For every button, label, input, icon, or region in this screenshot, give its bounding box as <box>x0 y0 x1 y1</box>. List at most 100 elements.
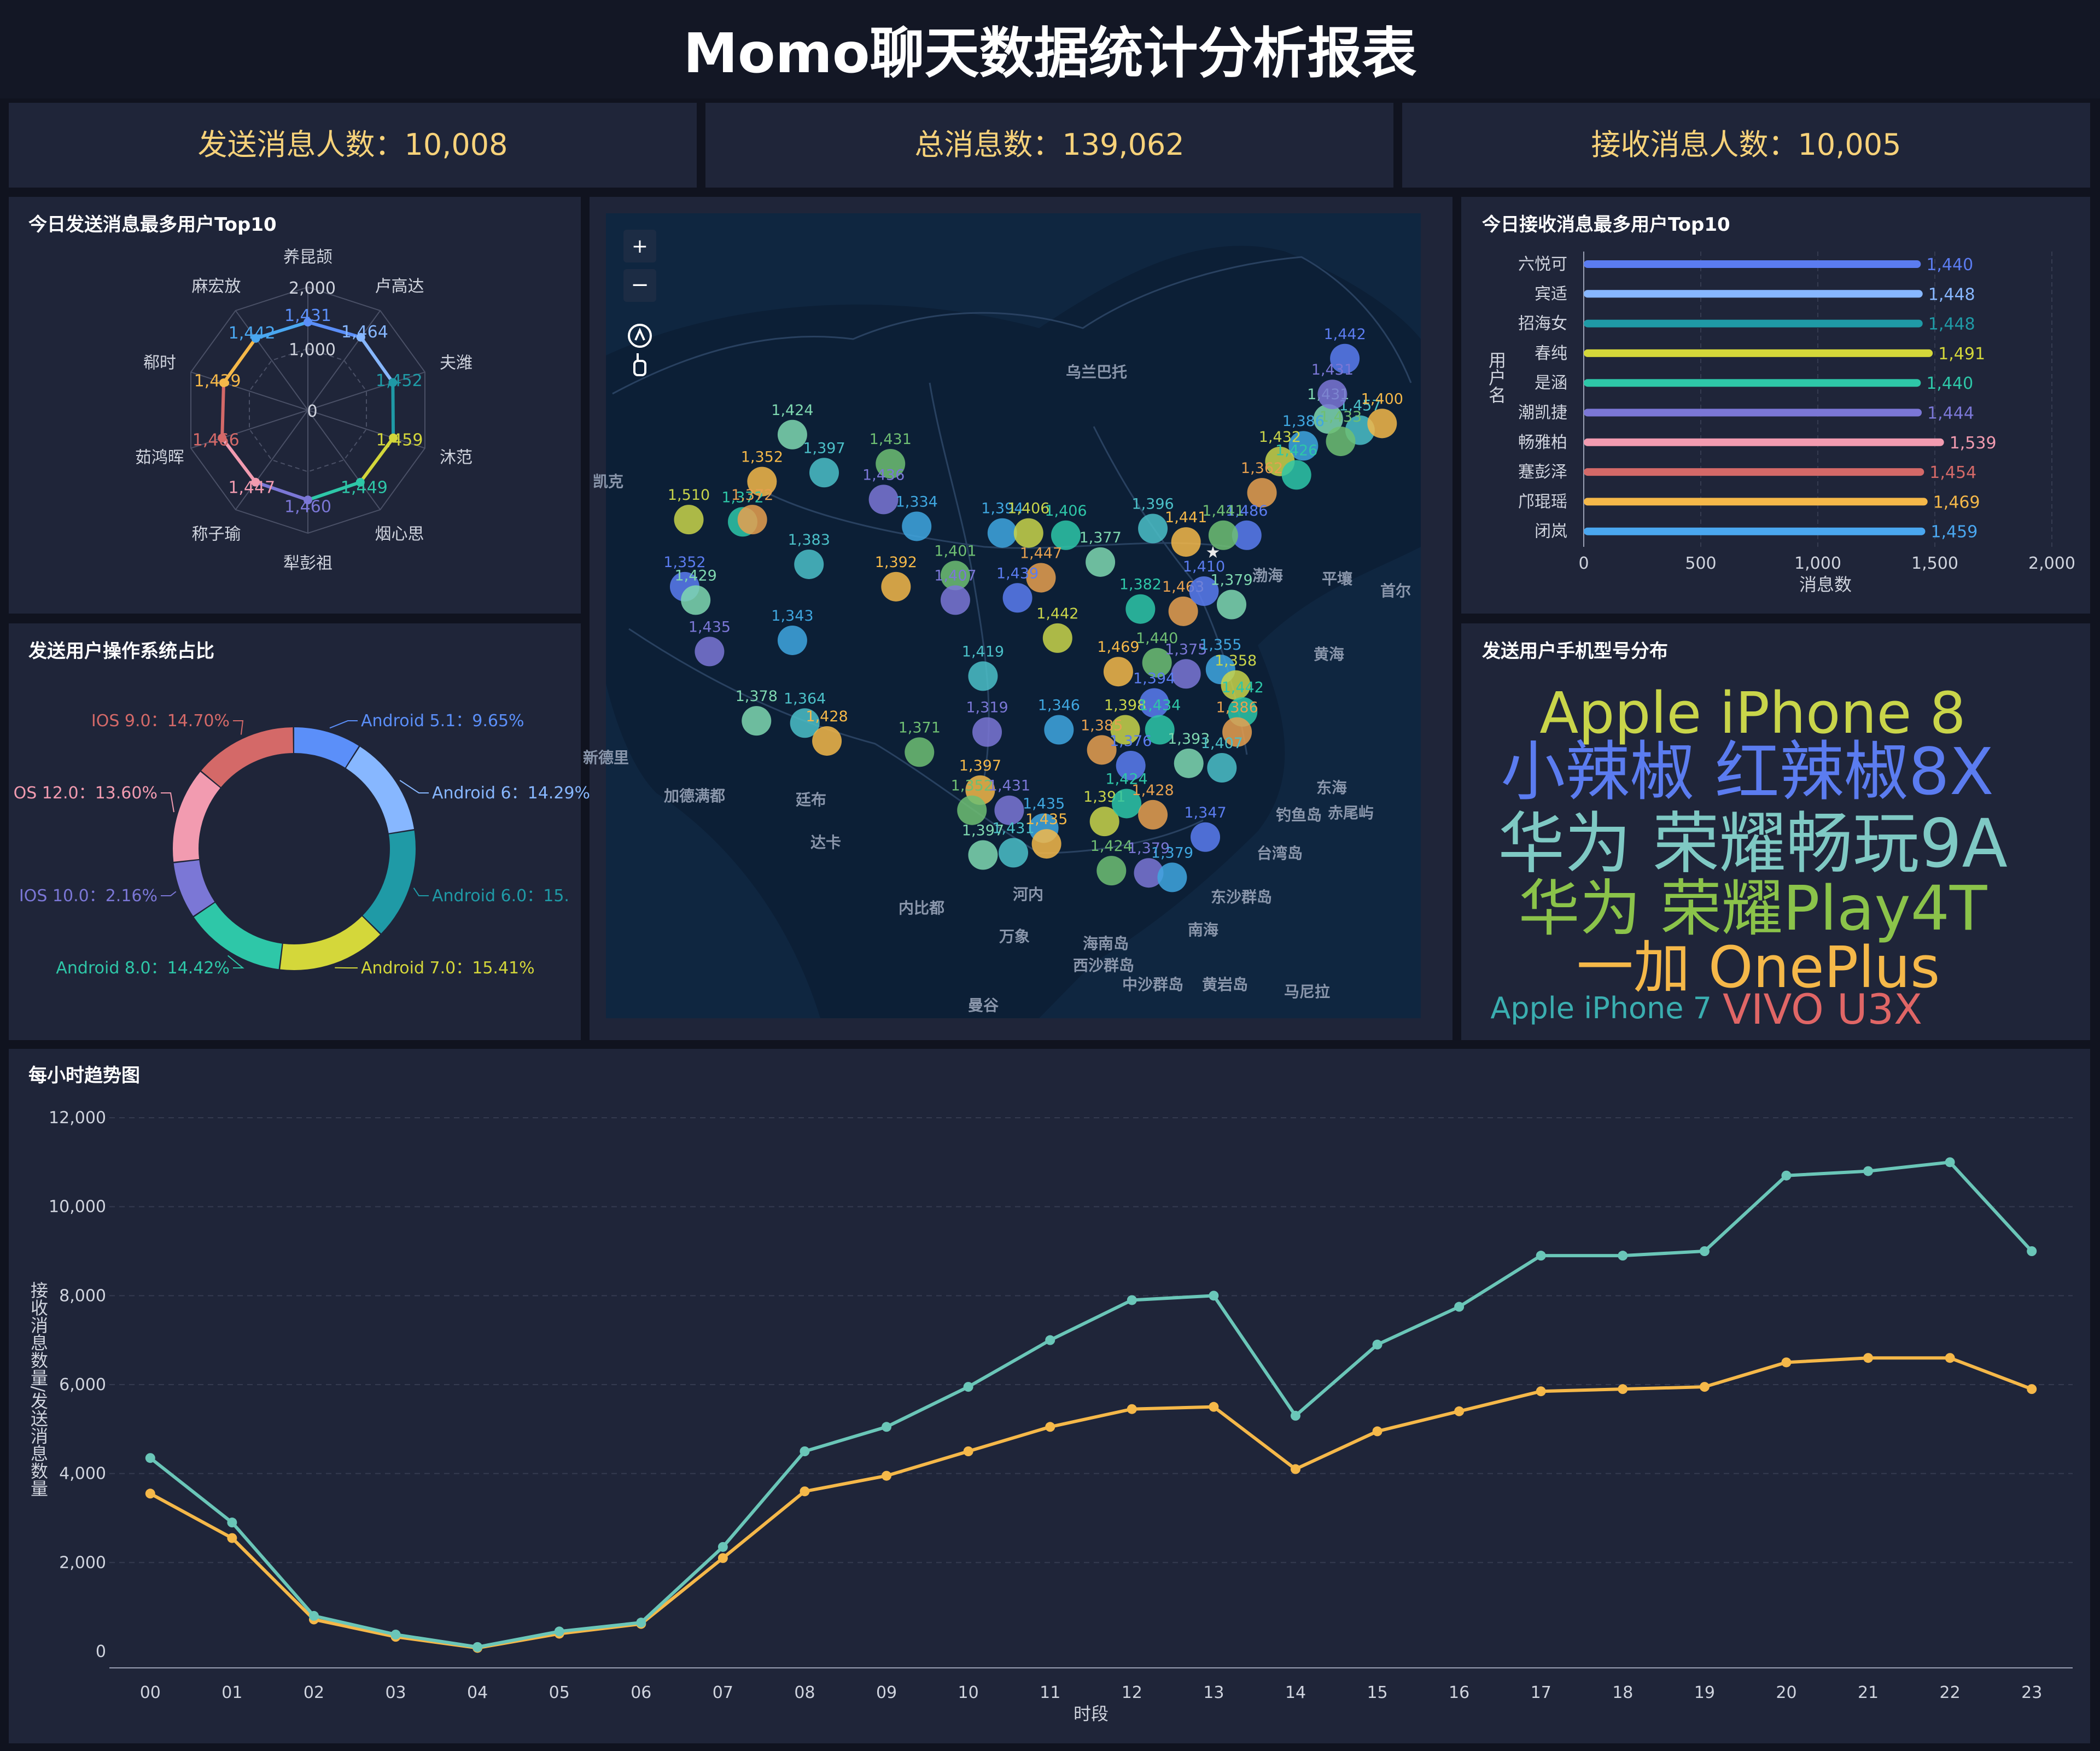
trend-x-tick-label: 04 <box>467 1683 488 1702</box>
trend-point <box>1372 1426 1382 1437</box>
map-area[interactable]: 1,4421,4311,4571,4001,4331,4311,3861,432… <box>583 213 1421 1018</box>
map-point-label: 1,352 <box>741 449 783 466</box>
map-place-label: 内比都 <box>899 899 944 917</box>
radar-value-label: 1,447 <box>228 478 275 497</box>
map-point-label: 1,442 <box>1323 326 1366 343</box>
trend-point <box>2027 1384 2037 1394</box>
map-point-label: 1,386 <box>1216 699 1258 716</box>
trend-point <box>1699 1382 1710 1392</box>
hbar-value-label: 1,491 <box>1938 345 1985 364</box>
map-point-label: 1,431 <box>1311 361 1354 378</box>
trend-point <box>554 1626 564 1637</box>
trend-x-tick-label: 20 <box>1776 1683 1796 1702</box>
map-point-label: 1,352 <box>951 778 993 795</box>
trend-point <box>1863 1166 1874 1176</box>
radar-value-label: 1,466 <box>192 431 240 450</box>
map-point <box>1367 408 1397 439</box>
map-point-label: 1,431 <box>988 778 1030 795</box>
map-point <box>1326 427 1356 457</box>
radar-indicator-label: 卢高达 <box>375 277 424 296</box>
trend-point <box>472 1642 483 1652</box>
radar-value-label: 1,460 <box>284 497 331 516</box>
donut-slice-label: Android 6：14.29% <box>432 784 590 803</box>
trend-x-tick-label: 19 <box>1694 1683 1715 1702</box>
map-point <box>1174 748 1204 778</box>
trend-y-tick-label: 4,000 <box>59 1464 106 1484</box>
svg-text:总消息数：139,062: 总消息数：139,062 <box>914 127 1184 162</box>
map-point <box>742 706 772 736</box>
trend-point <box>1045 1335 1055 1345</box>
hbar-category-label: 招海女 <box>1518 314 1567 334</box>
map-place-label: 万象 <box>999 927 1030 945</box>
trend-x-tick-label: 14 <box>1285 1683 1306 1702</box>
map-point <box>1207 753 1237 783</box>
map-point-label: 1,447 <box>1020 545 1062 562</box>
radar-indicator-label: 郗时 <box>143 353 176 372</box>
capital-star-icon: ★ <box>1206 543 1221 562</box>
map-point-label: 1,378 <box>736 688 778 705</box>
map-point-label: 1,401 <box>934 542 976 559</box>
hbar-x-tick-label: 1,500 <box>1911 554 1958 573</box>
hbar-value-label: 1,459 <box>1930 523 1978 542</box>
map-point <box>905 737 935 767</box>
trend-y-tick-label: 8,000 <box>59 1286 106 1305</box>
trend-point <box>882 1422 892 1432</box>
map-zoom-in-button[interactable]: + <box>623 230 656 262</box>
trend-x-tick-label: 23 <box>2021 1683 2042 1702</box>
map-place-label: 达卡 <box>810 833 841 851</box>
map-point-label: 1,343 <box>771 608 813 624</box>
svg-text:接收消息人数：10,005: 接收消息人数：10,005 <box>1591 127 1901 162</box>
map-point-label: 1,426 <box>1275 442 1317 459</box>
trend-x-axis-label: 时段 <box>1074 1703 1109 1724</box>
map-point <box>1191 822 1221 852</box>
map-point-label: 1,386 <box>1282 413 1325 430</box>
map-point <box>1171 527 1201 557</box>
map-place-label: 钓鱼岛 <box>1276 806 1322 824</box>
hbar-bar <box>1584 349 1933 357</box>
trend-point <box>308 1610 319 1621</box>
trend-x-tick-label: 17 <box>1531 1683 1551 1702</box>
radar-tick-label: 2,000 <box>289 279 336 298</box>
map-point-label: 1,376 <box>1110 733 1152 750</box>
trend-point <box>1945 1157 1955 1168</box>
radar-value-label: 1,449 <box>341 478 388 498</box>
map-point-label: 1,428 <box>806 708 848 725</box>
map-point-label: 1,439 <box>996 565 1039 582</box>
map-point-label: 1,424 <box>1090 838 1133 855</box>
radar-indicator-label: 烟心思 <box>375 525 424 544</box>
page-title: Momo聊天数据统计分析报表 <box>683 21 1416 85</box>
map-place-label: 黄岩岛 <box>1202 976 1248 994</box>
donut-slice-label: OS 12.0：13.60% <box>14 784 158 803</box>
hbar-x-tick-label: 1,000 <box>1794 554 1841 573</box>
trend-x-tick-label: 16 <box>1449 1683 1469 1702</box>
map-point <box>1096 856 1127 886</box>
hbar-category-label: 春纯 <box>1535 344 1567 363</box>
map-point <box>968 840 998 870</box>
trend-x-tick-label: 15 <box>1367 1683 1387 1702</box>
donut-slice-label: Android 7.0：15.41% <box>361 959 535 978</box>
map-point-label: 1,424 <box>771 402 813 419</box>
word-2: 华为 荣耀畅玩9A <box>1498 805 2008 883</box>
map-point <box>1042 623 1072 653</box>
hbar-value-label: 1,440 <box>1926 255 1973 275</box>
hbar-x-tick-label: 0 <box>1578 554 1589 573</box>
hbar-x-tick-label: 500 <box>1685 554 1716 573</box>
wordcloud-title: 发送用户手机型号分布 <box>1482 640 1668 662</box>
hbar-bar <box>1584 290 1923 298</box>
map-point <box>695 637 725 667</box>
donut-slice-label: IOS 9.0：14.70% <box>91 711 230 731</box>
map-point <box>809 458 839 488</box>
map-place-label: 乌兰巴托 <box>1066 363 1127 381</box>
hbar-category-label: 闭岚 <box>1535 522 1567 541</box>
map-point <box>987 518 1017 548</box>
map-point <box>957 795 987 825</box>
map-point-label: 1,441 <box>1165 509 1207 526</box>
radar-title: 今日发送消息最多用户Top10 <box>28 214 277 236</box>
map-point <box>868 485 899 515</box>
hbar-category-label: 六悦可 <box>1518 255 1567 274</box>
svg-text:发送消息人数：10,008: 发送消息人数：10,008 <box>198 127 508 162</box>
trend-x-tick-label: 10 <box>958 1683 979 1702</box>
map-zoom-out-button[interactable]: − <box>623 269 656 302</box>
radar-value-label: 1,464 <box>341 323 388 342</box>
hbar-category-label: 宾适 <box>1535 284 1567 303</box>
